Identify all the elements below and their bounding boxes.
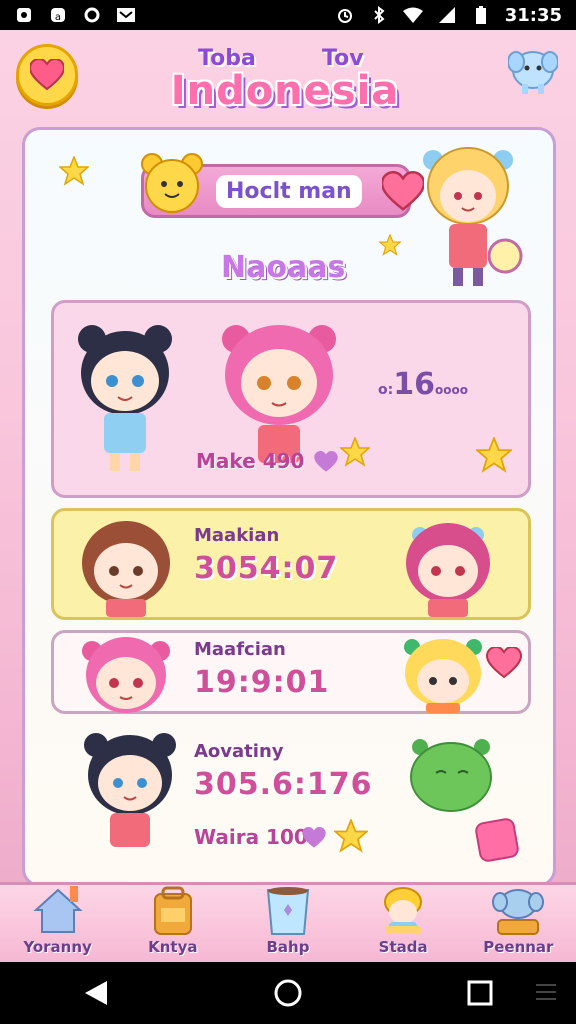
home-circle-icon xyxy=(274,979,302,1007)
banner-label: Hoclt man xyxy=(216,174,362,208)
avatar-dark-hair xyxy=(84,733,176,847)
leaderboard-card-2[interactable]: Maakian 3054:07 xyxy=(51,508,531,620)
card-time: 3054:07 xyxy=(194,551,339,586)
recents-icon xyxy=(467,980,493,1006)
signal-icon xyxy=(437,5,457,25)
heart-icon xyxy=(30,59,64,91)
heart-icon xyxy=(486,647,522,679)
app-title: Indonesia xyxy=(170,68,400,114)
star-icon xyxy=(334,819,368,853)
wifi-icon xyxy=(402,5,423,25)
section-title: Naoaas xyxy=(221,250,346,285)
nav-label: Bahp xyxy=(266,938,310,956)
nav-label: Stada xyxy=(378,938,428,956)
battery-icon xyxy=(471,5,491,25)
heart-icon xyxy=(302,827,326,848)
avatar-dark-hair xyxy=(78,325,172,471)
status-time: 31:35 xyxy=(504,4,562,26)
character-icon xyxy=(384,887,423,934)
system-navigation xyxy=(0,962,576,1024)
nav-item-character[interactable]: Stada xyxy=(346,882,461,962)
star-icon xyxy=(340,437,370,467)
alarm-icon xyxy=(335,5,355,25)
main-panel: Hoclt man Naoaas o:16oooo Make 490 Maaki… xyxy=(22,127,556,887)
score-prefix: o: xyxy=(378,382,394,398)
card-name: Aovatiny xyxy=(194,741,284,762)
bear-mascot-icon xyxy=(141,153,203,213)
card-name: Maakian xyxy=(194,525,280,546)
leaderboard-card-4[interactable]: Aovatiny 305.6:176 Waira 100 xyxy=(51,726,531,876)
nav-item-cup[interactable]: Bahp xyxy=(230,882,345,962)
nav-label: Kntya xyxy=(148,938,198,956)
elephant-icon xyxy=(507,40,559,96)
avatar-blonde-hair xyxy=(404,639,482,713)
green-blob-icon xyxy=(410,739,492,812)
sync-icon xyxy=(82,5,102,25)
card-time: 305.6:176 xyxy=(194,767,373,802)
leaderboard-card-3[interactable]: Maafcian 19:9:01 xyxy=(51,630,531,714)
message-icon xyxy=(116,5,136,25)
leaderboard-card-1[interactable]: o:16oooo Make 490 xyxy=(51,300,531,498)
pink-cube-icon xyxy=(475,818,519,862)
status-bar: a 31:35 xyxy=(0,0,576,30)
app-icon: a xyxy=(48,5,68,25)
avatar-pink-hair xyxy=(222,325,336,463)
star-icon xyxy=(476,437,512,473)
nav-label: Peennar xyxy=(483,938,554,956)
score-suffix: oooo xyxy=(434,383,468,397)
svg-text:a: a xyxy=(55,12,61,23)
backpack-icon xyxy=(153,886,192,935)
home-icon xyxy=(33,886,83,933)
back-icon xyxy=(85,981,107,1005)
card-label: Make 490 xyxy=(196,449,305,473)
elephant-icon xyxy=(492,889,545,935)
card-time: 19:9:01 xyxy=(194,665,330,700)
star-icon xyxy=(379,234,401,256)
avatar-brown-hair xyxy=(82,521,170,617)
nav-item-backpack[interactable]: Kntya xyxy=(115,882,230,962)
menu-button[interactable] xyxy=(534,982,558,1002)
bluetooth-icon xyxy=(369,5,389,25)
menu-icon xyxy=(536,984,556,1000)
star-icon xyxy=(59,156,89,186)
back-button[interactable] xyxy=(76,973,116,1013)
home-button[interactable] xyxy=(268,973,308,1013)
heart-icon xyxy=(314,451,338,472)
score-value: 16 xyxy=(393,367,435,402)
girl-mascot-icon xyxy=(423,147,523,286)
nav-item-elephant[interactable]: Peennar xyxy=(461,882,576,962)
avatar-pink-hair xyxy=(406,523,490,617)
nav-item-home[interactable]: Yoranny xyxy=(0,882,115,962)
app-header: Toba Tov Indonesia xyxy=(0,30,576,130)
heart-button[interactable] xyxy=(16,44,78,106)
card-label: Waira 100 xyxy=(194,825,308,849)
avatar-pink-hair xyxy=(82,637,170,713)
cup-icon xyxy=(266,887,310,935)
recents-button[interactable] xyxy=(460,973,500,1013)
card-name: Maafcian xyxy=(194,639,286,660)
bottom-navigation: Yoranny Kntya Bahp Stada Peennar xyxy=(0,882,576,962)
notification-icon xyxy=(14,5,34,25)
card-score: o:16oooo xyxy=(378,367,468,402)
nav-label: Yoranny xyxy=(23,938,92,956)
